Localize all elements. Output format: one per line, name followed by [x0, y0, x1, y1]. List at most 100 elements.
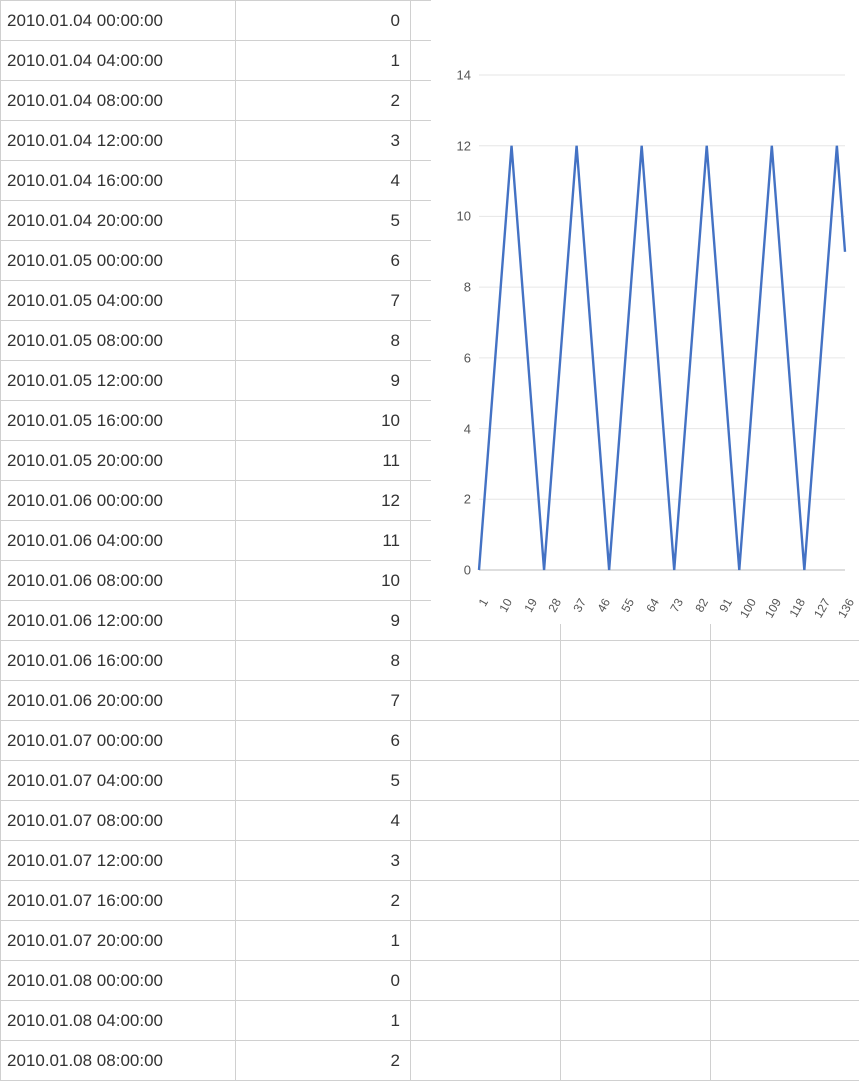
cell-timestamp[interactable]: 2010.01.06 12:00:00 [1, 601, 236, 641]
cell-value[interactable]: 5 [236, 761, 411, 801]
cell-empty[interactable] [561, 961, 711, 1001]
cell-value[interactable]: 10 [236, 401, 411, 441]
cell-value[interactable]: 8 [236, 641, 411, 681]
cell-value[interactable]: 12 [236, 481, 411, 521]
embedded-chart[interactable]: 02468101214 1101928374655647382911001091… [431, 0, 859, 624]
cell-empty[interactable] [711, 1041, 859, 1081]
cell-empty[interactable] [411, 641, 561, 681]
cell-timestamp[interactable]: 2010.01.05 16:00:00 [1, 401, 236, 441]
cell-empty[interactable] [561, 881, 711, 921]
cell-value[interactable]: 1 [236, 41, 411, 81]
cell-value[interactable]: 6 [236, 241, 411, 281]
cell-timestamp[interactable]: 2010.01.04 12:00:00 [1, 121, 236, 161]
cell-empty[interactable] [411, 721, 561, 761]
cell-empty[interactable] [411, 921, 561, 961]
cell-value[interactable]: 9 [236, 601, 411, 641]
cell-value[interactable]: 10 [236, 561, 411, 601]
cell-value[interactable]: 7 [236, 681, 411, 721]
cell-empty[interactable] [411, 681, 561, 721]
cell-timestamp[interactable]: 2010.01.07 08:00:00 [1, 801, 236, 841]
cell-timestamp[interactable]: 2010.01.05 08:00:00 [1, 321, 236, 361]
cell-timestamp[interactable]: 2010.01.04 20:00:00 [1, 201, 236, 241]
cell-empty[interactable] [561, 681, 711, 721]
cell-empty[interactable] [561, 641, 711, 681]
cell-timestamp[interactable]: 2010.01.04 08:00:00 [1, 81, 236, 121]
cell-empty[interactable] [411, 1001, 561, 1041]
cell-empty[interactable] [561, 761, 711, 801]
cell-value[interactable]: 11 [236, 521, 411, 561]
cell-timestamp[interactable]: 2010.01.06 04:00:00 [1, 521, 236, 561]
cell-empty[interactable] [561, 801, 711, 841]
cell-empty[interactable] [711, 961, 859, 1001]
cell-value[interactable]: 5 [236, 201, 411, 241]
cell-timestamp[interactable]: 2010.01.07 04:00:00 [1, 761, 236, 801]
cell-empty[interactable] [561, 1001, 711, 1041]
cell-empty[interactable] [561, 921, 711, 961]
cell-empty[interactable] [561, 721, 711, 761]
cell-timestamp[interactable]: 2010.01.07 20:00:00 [1, 921, 236, 961]
x-tick-label: 100 [737, 596, 759, 620]
cell-empty[interactable] [711, 801, 859, 841]
x-tick-label: 64 [643, 596, 662, 615]
cell-empty[interactable] [711, 841, 859, 881]
cell-value[interactable]: 3 [236, 121, 411, 161]
cell-value[interactable]: 3 [236, 841, 411, 881]
cell-timestamp[interactable]: 2010.01.06 08:00:00 [1, 561, 236, 601]
cell-timestamp[interactable]: 2010.01.06 16:00:00 [1, 641, 236, 681]
cell-value[interactable]: 2 [236, 881, 411, 921]
cell-empty[interactable] [711, 881, 859, 921]
cell-empty[interactable] [711, 921, 859, 961]
cell-value[interactable]: 1 [236, 921, 411, 961]
cell-timestamp[interactable]: 2010.01.07 16:00:00 [1, 881, 236, 921]
x-tick-label: 82 [692, 596, 711, 615]
cell-timestamp[interactable]: 2010.01.08 08:00:00 [1, 1041, 236, 1081]
cell-value[interactable]: 7 [236, 281, 411, 321]
x-tick-label: 136 [835, 596, 857, 620]
cell-timestamp[interactable]: 2010.01.06 20:00:00 [1, 681, 236, 721]
cell-value[interactable]: 11 [236, 441, 411, 481]
x-tick-label: 37 [570, 596, 589, 615]
cell-value[interactable]: 2 [236, 81, 411, 121]
cell-timestamp[interactable]: 2010.01.05 00:00:00 [1, 241, 236, 281]
cell-empty[interactable] [711, 681, 859, 721]
cell-value[interactable]: 6 [236, 721, 411, 761]
cell-empty[interactable] [411, 801, 561, 841]
table-row: 2010.01.07 08:00:004 [1, 801, 859, 841]
cell-value[interactable]: 9 [236, 361, 411, 401]
cell-value[interactable]: 4 [236, 161, 411, 201]
cell-value[interactable]: 8 [236, 321, 411, 361]
cell-empty[interactable] [711, 761, 859, 801]
cell-timestamp[interactable]: 2010.01.07 00:00:00 [1, 721, 236, 761]
cell-timestamp[interactable]: 2010.01.04 00:00:00 [1, 1, 236, 41]
cell-timestamp[interactable]: 2010.01.05 04:00:00 [1, 281, 236, 321]
cell-empty[interactable] [711, 1001, 859, 1041]
cell-empty[interactable] [411, 881, 561, 921]
cell-value[interactable]: 0 [236, 961, 411, 1001]
table-row: 2010.01.08 00:00:000 [1, 961, 859, 1001]
cell-timestamp[interactable]: 2010.01.05 12:00:00 [1, 361, 236, 401]
cell-empty[interactable] [411, 841, 561, 881]
cell-value[interactable]: 0 [236, 1, 411, 41]
cell-timestamp[interactable]: 2010.01.08 00:00:00 [1, 961, 236, 1001]
cell-value[interactable]: 2 [236, 1041, 411, 1081]
cell-empty[interactable] [411, 1041, 561, 1081]
cell-empty[interactable] [411, 961, 561, 1001]
y-tick-label: 0 [441, 563, 471, 578]
cell-empty[interactable] [711, 721, 859, 761]
cell-timestamp[interactable]: 2010.01.04 04:00:00 [1, 41, 236, 81]
cell-timestamp[interactable]: 2010.01.08 04:00:00 [1, 1001, 236, 1041]
cell-value[interactable]: 1 [236, 1001, 411, 1041]
cell-empty[interactable] [561, 1041, 711, 1081]
x-tick-label: 55 [619, 596, 638, 615]
cell-timestamp[interactable]: 2010.01.04 16:00:00 [1, 161, 236, 201]
x-tick-label: 109 [762, 596, 784, 620]
cell-timestamp[interactable]: 2010.01.05 20:00:00 [1, 441, 236, 481]
cell-timestamp[interactable]: 2010.01.07 12:00:00 [1, 841, 236, 881]
cell-empty[interactable] [711, 641, 859, 681]
cell-empty[interactable] [561, 841, 711, 881]
cell-value[interactable]: 4 [236, 801, 411, 841]
cell-timestamp[interactable]: 2010.01.06 00:00:00 [1, 481, 236, 521]
cell-empty[interactable] [411, 761, 561, 801]
chart-plot-area: 02468101214 1101928374655647382911001091… [445, 20, 853, 616]
y-tick-label: 6 [441, 350, 471, 365]
